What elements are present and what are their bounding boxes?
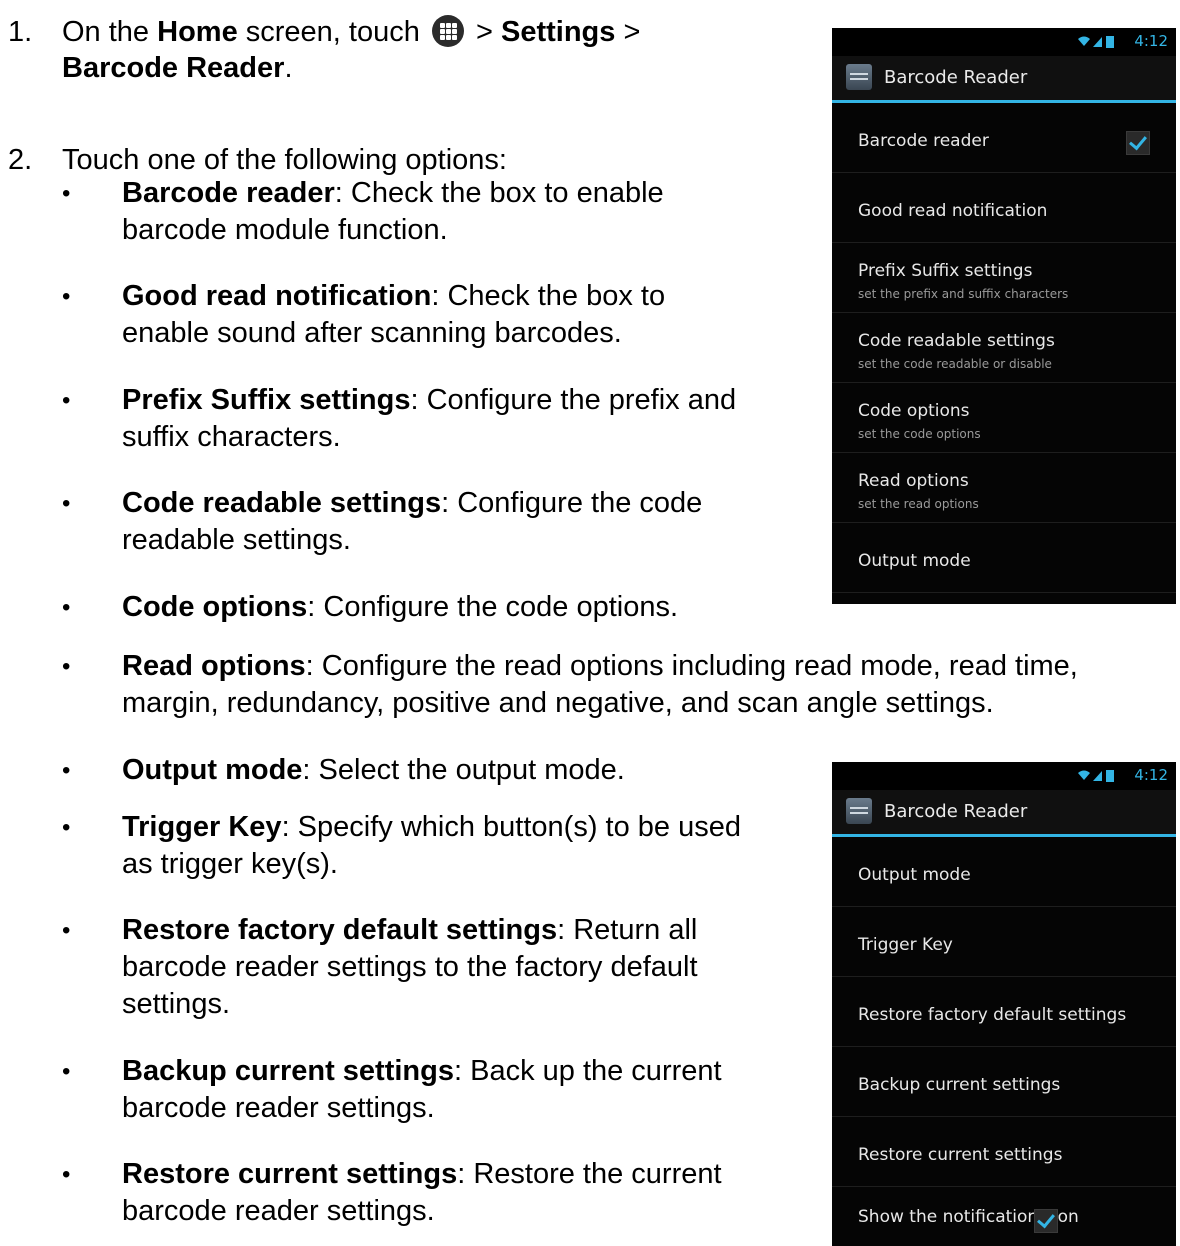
step-text: On the Home screen, touch > Settings > Ba… xyxy=(62,15,641,84)
clock: 4:12 xyxy=(1134,32,1168,50)
pref-show-notification-icon[interactable]: Show the notification icon xyxy=(832,1187,1176,1246)
barcode-reader-app-icon xyxy=(846,64,872,90)
checkbox-checked-icon[interactable] xyxy=(1126,131,1150,155)
action-bar: Barcode Reader xyxy=(832,56,1176,103)
pref-code-readable-settings[interactable]: Code readable settings set the code read… xyxy=(832,313,1176,383)
screen-title: Barcode Reader xyxy=(884,67,1028,88)
pref-good-read-notification[interactable]: Good read notification xyxy=(832,173,1176,243)
pref-output-mode[interactable]: Output mode xyxy=(832,837,1176,907)
document-page: 1. On the Home screen, touch > Settings … xyxy=(0,0,1180,1246)
pref-trigger-key[interactable]: Trigger Key xyxy=(832,907,1176,977)
status-bar: 4:12 xyxy=(832,762,1176,790)
clock: 4:12 xyxy=(1134,766,1168,784)
phone-screenshot-bottom: 4:12 Barcode Reader Output mode Trigger … xyxy=(832,762,1176,1246)
step-number: 1. xyxy=(8,16,33,48)
checkbox-checked-icon[interactable] xyxy=(1034,1209,1058,1233)
pref-code-options[interactable]: Code options set the code options xyxy=(832,383,1176,453)
barcode-reader-term: Barcode Reader xyxy=(62,52,285,84)
step-text: Touch one of the following options: xyxy=(62,144,507,176)
action-bar: Barcode Reader xyxy=(832,790,1176,837)
wifi-signal-battery-icon xyxy=(1078,36,1114,48)
phone-screenshot-top: 4:12 Barcode Reader Barcode reader Good … xyxy=(832,28,1176,604)
wifi-signal-battery-icon xyxy=(1078,770,1114,782)
settings-term: Settings xyxy=(500,16,616,48)
barcode-reader-app-icon xyxy=(846,798,872,824)
pref-read-options[interactable]: Read options set the read options xyxy=(832,453,1176,523)
pref-restore-factory-default[interactable]: Restore factory default settings xyxy=(832,977,1176,1047)
home-term: Home xyxy=(157,16,238,48)
apps-grid-icon xyxy=(431,15,464,47)
pref-backup-current-settings[interactable]: Backup current settings xyxy=(832,1047,1176,1117)
pref-output-mode[interactable]: Output mode xyxy=(832,523,1176,593)
status-bar: 4:12 xyxy=(832,28,1176,56)
step-number: 2. xyxy=(8,144,33,176)
pref-restore-current-settings[interactable]: Restore current settings xyxy=(832,1117,1176,1187)
screen-title: Barcode Reader xyxy=(884,801,1028,822)
pref-prefix-suffix-settings[interactable]: Prefix Suffix settings set the prefix an… xyxy=(832,243,1176,313)
pref-barcode-reader[interactable]: Barcode reader xyxy=(832,103,1176,173)
